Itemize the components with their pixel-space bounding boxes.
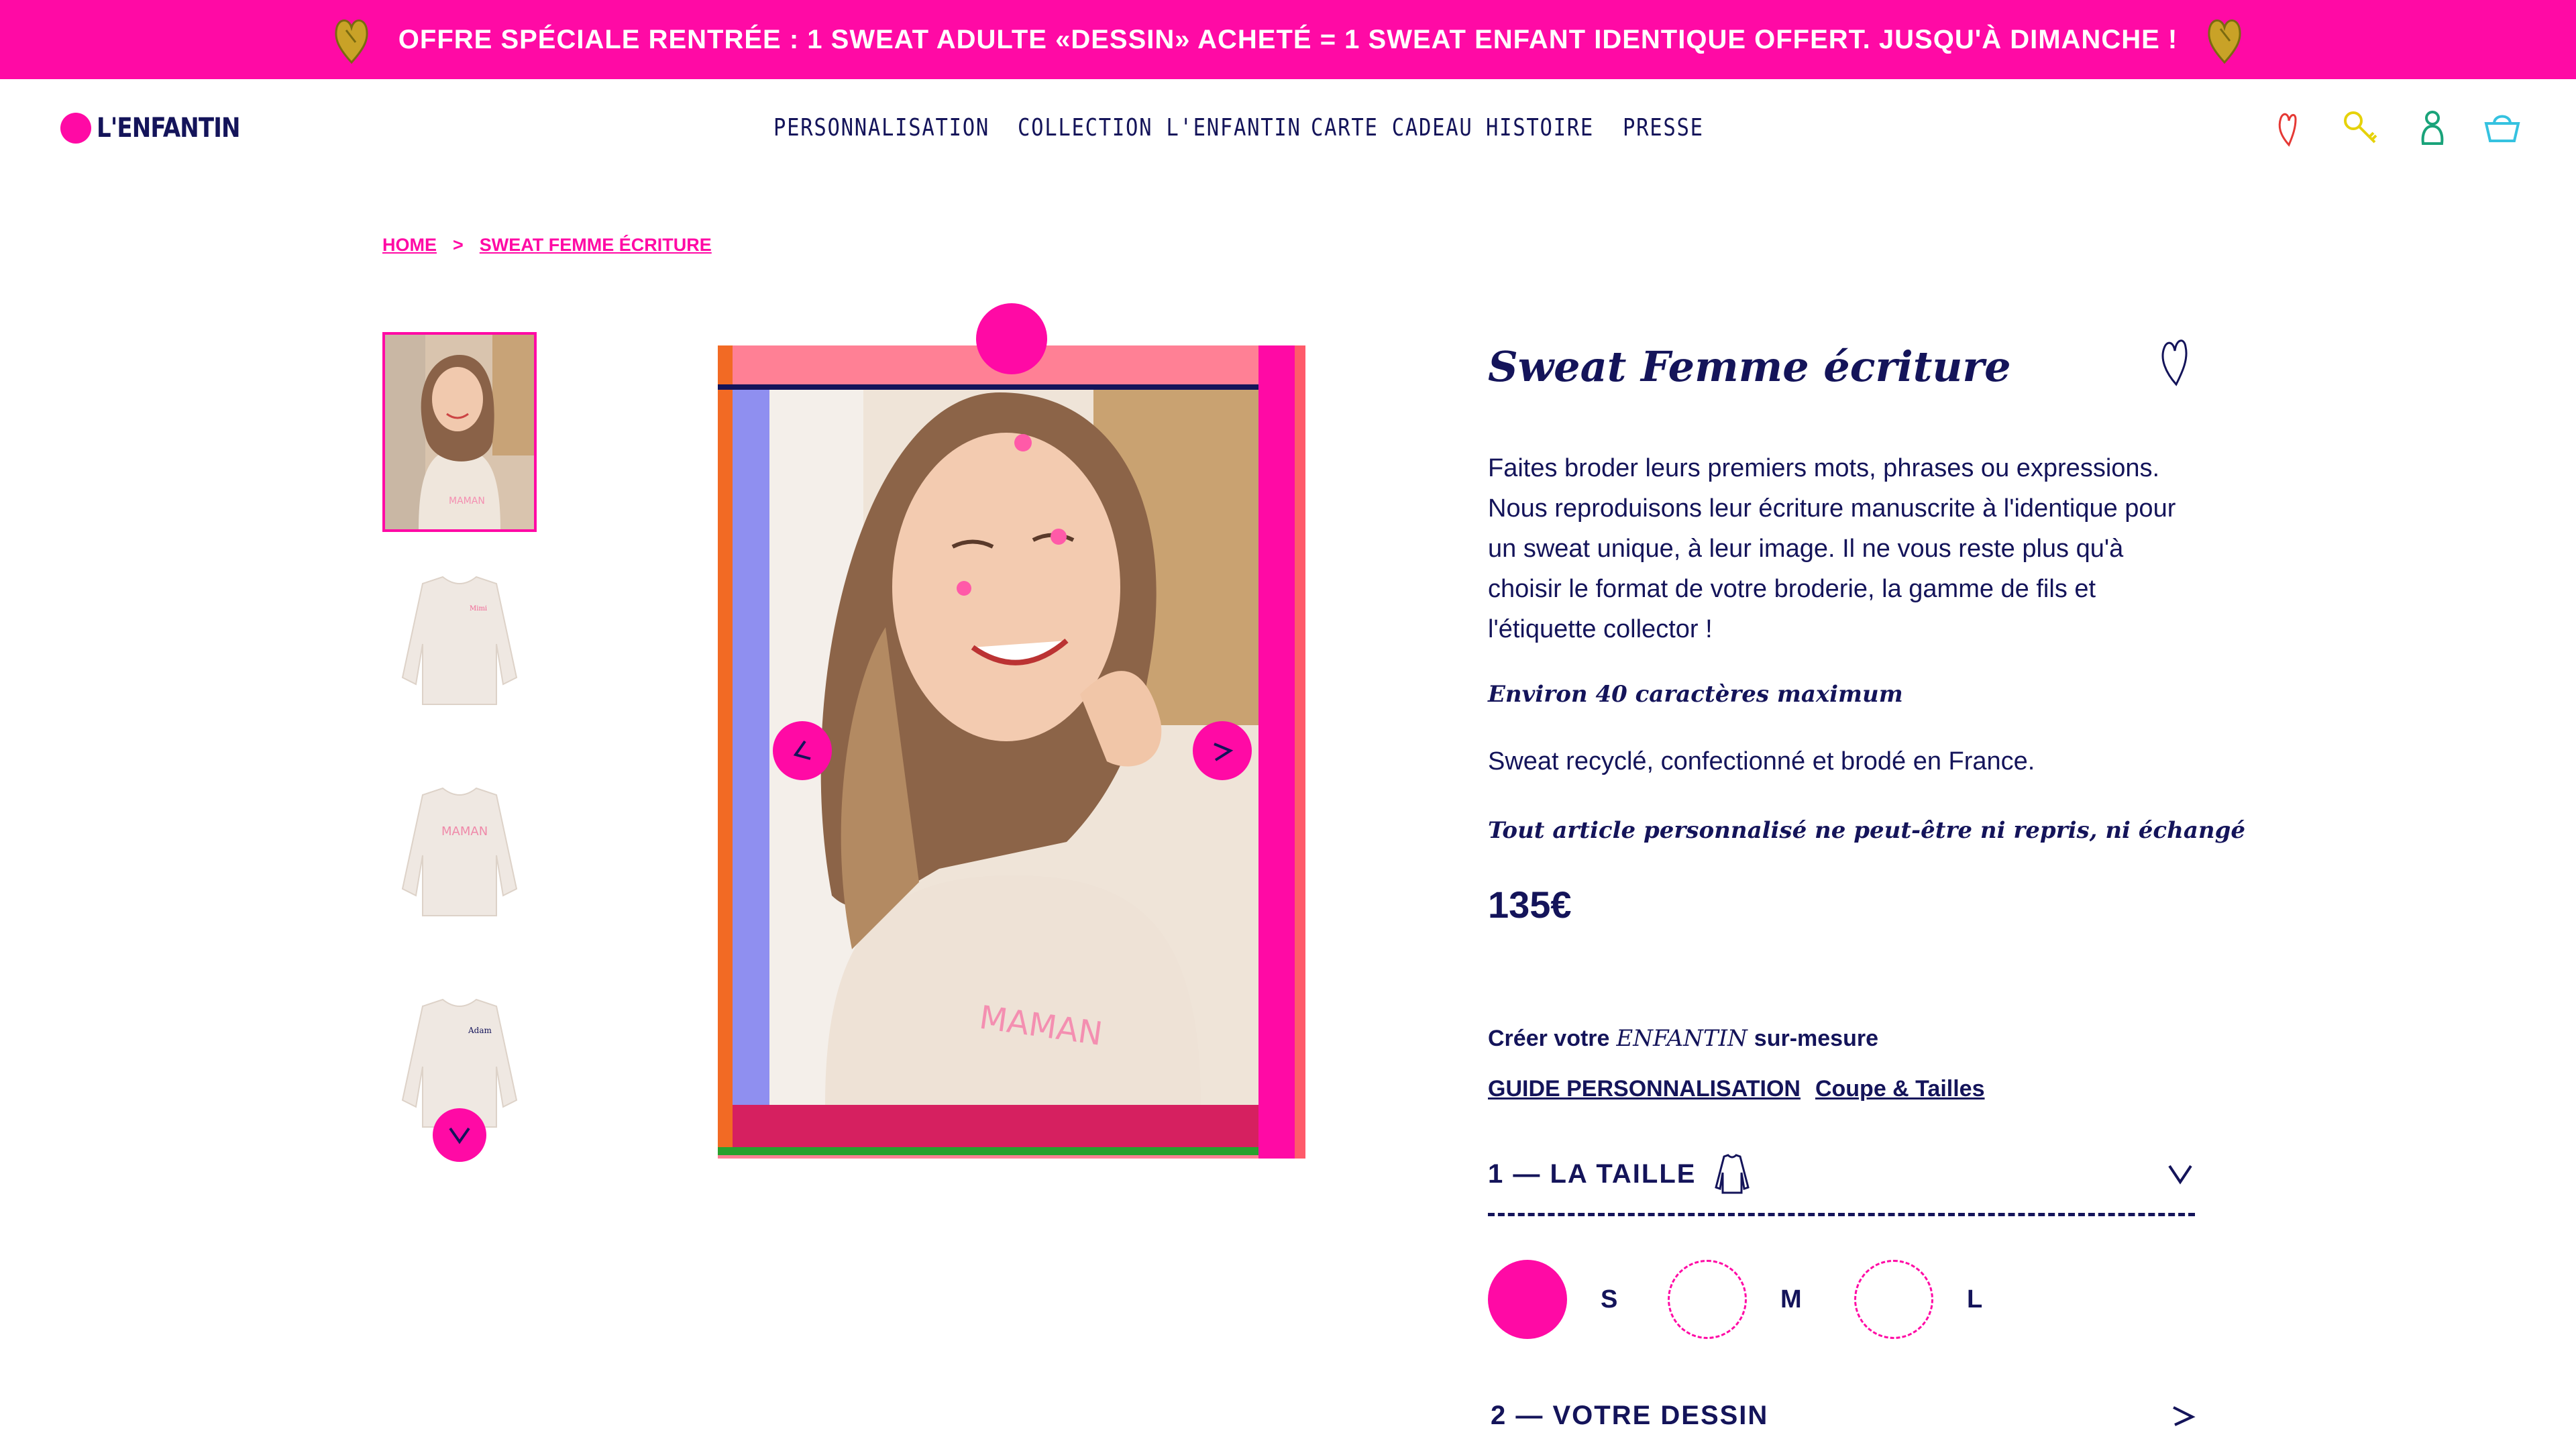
site-header: L'ENFANTIN PERSONNALISATION COLLECTION L… [0, 79, 2576, 180]
nav-carte-cadeau[interactable]: CARTE CADEAU [1311, 114, 1472, 142]
breadcrumb-separator: > [453, 235, 464, 255]
size-option-s[interactable]: S [1488, 1260, 1617, 1339]
model-thumbnail-image: MAMAN [385, 335, 534, 529]
svg-text:Mimi: Mimi [470, 605, 487, 612]
size-radio-l[interactable] [1854, 1260, 1933, 1339]
sweat-pink-image: MAMAN [401, 787, 518, 916]
svg-text:Adam: Adam [468, 1026, 492, 1035]
key-icon[interactable] [2340, 106, 2383, 149]
step-drawing-label: 2 — VOTRE DESSIN [1491, 1400, 1769, 1430]
product-title: Sweat Femme écriture [1488, 342, 2011, 391]
svg-text:MAMAN: MAMAN [441, 824, 488, 839]
nav-collection[interactable]: COLLECTION L'ENFANTIN [1018, 114, 1301, 142]
promo-text: OFFRE SPÉCIALE RENTRÉE : 1 SWEAT ADULTE … [398, 24, 2178, 54]
step-size-header[interactable]: 1 — LA TAILLE [1488, 1147, 2195, 1201]
product-description: Faites broder leurs premiers mots, phras… [1488, 454, 2176, 643]
breadcrumb-current[interactable]: SWEAT FEMME ÉCRITURE [480, 235, 712, 256]
coupe-tailles-link[interactable]: Coupe & Tailles [1815, 1076, 1985, 1102]
heart-icon[interactable] [2267, 106, 2310, 149]
svg-text:MAMAN: MAMAN [449, 496, 485, 506]
breadcrumb: HOME > SWEAT FEMME ÉCRITURE [382, 235, 712, 256]
customize-prefix: Créer votre [1488, 1026, 1610, 1051]
product-price: 135€ [1488, 883, 1572, 926]
chevron-right-icon [2173, 1406, 2196, 1426]
step-size-label: 1 — LA TAILLE [1488, 1159, 1697, 1189]
thumbnail-model[interactable]: MAMAN [382, 332, 537, 532]
heart-icon [335, 19, 368, 64]
size-option-m[interactable]: M [1668, 1260, 1802, 1339]
character-limit-note: Environ 40 caractères maximum [1488, 681, 1903, 708]
size-radio-s[interactable] [1488, 1260, 1567, 1339]
account-icon[interactable] [2411, 106, 2454, 149]
arrow-left-icon [793, 740, 811, 760]
customize-heading: Créer votre ENFANTIN sur-mesure [1488, 1025, 1878, 1052]
customize-suffix: sur-mesure [1754, 1026, 1878, 1051]
nav-personnalisation[interactable]: PERSONNALISATION [773, 114, 989, 142]
thumbnail-sweat-front[interactable]: Mimi [382, 543, 537, 743]
arrow-right-icon [1214, 743, 1234, 761]
sweater-icon [1715, 1154, 1750, 1194]
image-pin-decoration [976, 303, 1047, 374]
heart-icon [2208, 19, 2241, 64]
basket-icon[interactable] [2481, 106, 2524, 149]
step-divider [1488, 1213, 2195, 1216]
step-drawing-header[interactable]: 2 — VOTRE DESSIN [1491, 1389, 2198, 1442]
add-to-wishlist-heart-icon[interactable] [2153, 332, 2194, 388]
customize-brand: ENFANTIN [1616, 1025, 1748, 1052]
chevron-down-icon [2168, 1165, 2192, 1185]
chevron-down-icon [449, 1127, 470, 1144]
guide-personnalisation-link[interactable]: GUIDE PERSONNALISATION [1488, 1076, 1801, 1102]
customize-links: GUIDE PERSONNALISATION Coupe & Tailles [1488, 1076, 1985, 1102]
breadcrumb-home[interactable]: HOME [382, 235, 437, 256]
no-return-note: Tout article personnalisé ne peut-être n… [1488, 817, 2246, 844]
thumbnail-sweat-pink[interactable]: MAMAN [382, 755, 537, 955]
made-in-france-text: Sweat recyclé, confectionné et brodé en … [1488, 747, 2035, 775]
nav-presse[interactable]: PRESSE [1623, 114, 1704, 142]
size-radio-m[interactable] [1668, 1260, 1747, 1339]
sweat-front-image: Mimi [401, 576, 518, 705]
image-next-button[interactable] [1193, 721, 1252, 780]
size-option-l[interactable]: L [1854, 1260, 1982, 1339]
main-nav: PERSONNALISATION COLLECTION L'ENFANTIN C… [0, 114, 2576, 148]
thumbnails-scroll-down-button[interactable] [433, 1108, 486, 1162]
size-label-l: L [1967, 1285, 1983, 1313]
main-product-image: MAMAN [718, 345, 1305, 1159]
size-label-s: S [1601, 1285, 1618, 1313]
image-prev-button[interactable] [773, 721, 832, 780]
promo-banner: OFFRE SPÉCIALE RENTRÉE : 1 SWEAT ADULTE … [0, 0, 2576, 79]
size-label-m: M [1780, 1285, 1802, 1313]
nav-histoire[interactable]: HISTOIRE [1486, 114, 1594, 142]
